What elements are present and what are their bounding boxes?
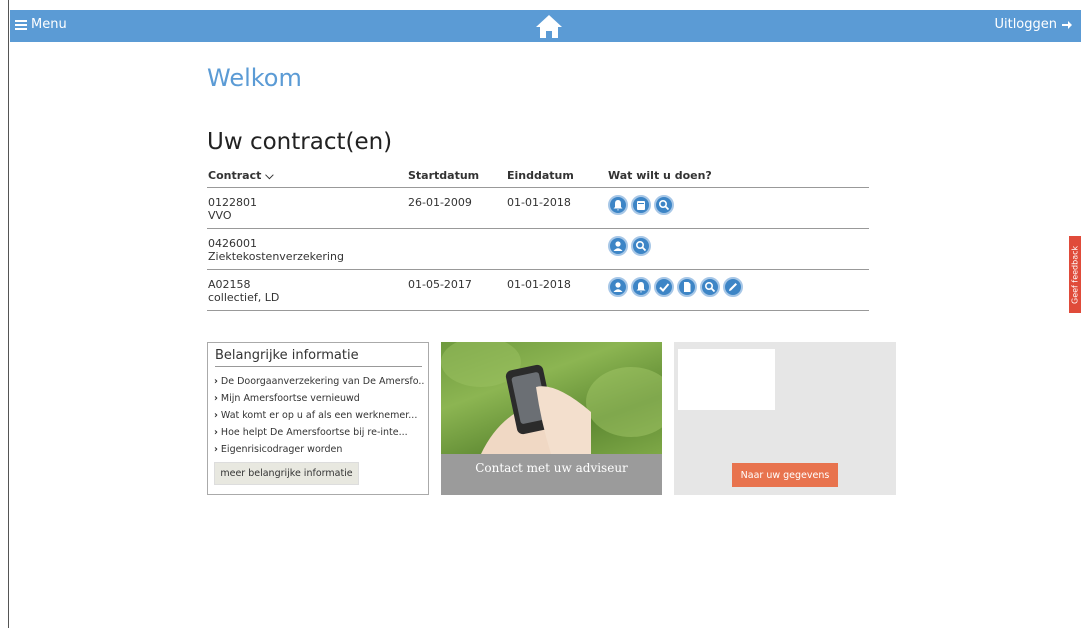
home-button[interactable] (534, 13, 564, 39)
important-info-list: › De Doorgaanverzekering van De Amersfo..… (214, 376, 424, 461)
important-info-title: Belangrijke informatie (215, 348, 422, 367)
info-link-item[interactable]: › Wat komt er op u af als een werknemer..… (214, 410, 424, 427)
info-link-label: Eigenrisicodrager worden (220, 444, 343, 455)
contract-end-date: 01-01-2018 (507, 278, 571, 291)
contract-number: 0426001 (208, 237, 257, 250)
contract-number-cell: 0426001 Ziektekostenverzekering (208, 237, 344, 263)
chevron-down-icon: ⌵ (265, 169, 274, 182)
info-link-label: Mijn Amersfoortse vernieuwd (220, 393, 360, 404)
chevron-right-icon: › (214, 376, 218, 387)
search-action-button[interactable] (631, 236, 651, 256)
contract-actions (608, 195, 674, 215)
contract-type: collectief, LD (208, 291, 280, 304)
info-link-label: Wat komt er op u af als een werknemer... (220, 410, 418, 421)
user-action-button[interactable] (608, 236, 628, 256)
contract-type: Ziektekostenverzekering (208, 250, 344, 263)
pencil-action-button[interactable] (723, 277, 743, 297)
bell-icon (613, 200, 623, 211)
page-title: Welkom (207, 64, 302, 92)
contract-start-date: 26-01-2009 (408, 196, 472, 209)
search-action-button[interactable] (700, 277, 720, 297)
document-action-button[interactable] (677, 277, 697, 297)
chevron-right-icon: › (214, 410, 218, 421)
hamburger-icon (15, 18, 27, 32)
more-info-button[interactable]: meer belangrijke informatie (214, 462, 359, 485)
contract-number-cell: A02158 collectief, LD (208, 278, 279, 304)
menu-button[interactable]: Menu (15, 17, 67, 32)
contract-row: A02158 collectief, LD 01-05-2017 01-01-2018 (207, 270, 869, 311)
user-icon (613, 241, 623, 251)
go-to-details-button[interactable]: Naar uw gegevens (732, 463, 838, 487)
info-link-item[interactable]: › De Doorgaanverzekering van De Amersfo..… (214, 376, 424, 393)
info-link-label: Hoe helpt De Amersfoortse bij re-inte... (220, 427, 408, 438)
document-icon (684, 282, 691, 292)
top-navigation-bar: Menu Uitloggen (10, 10, 1081, 42)
bell-action-button[interactable] (631, 277, 651, 297)
contract-actions (608, 277, 743, 297)
chevron-right-icon: › (214, 427, 218, 438)
details-image-placeholder (678, 349, 775, 410)
window-left-edge (0, 0, 9, 628)
check-action-button[interactable] (654, 277, 674, 297)
user-action-button[interactable] (608, 277, 628, 297)
logout-button[interactable]: Uitloggen (994, 17, 1073, 32)
contract-end-date: 01-01-2018 (507, 196, 571, 209)
search-icon (658, 199, 670, 211)
start-column-label: Startdatum (408, 169, 480, 182)
contract-row: 0426001 Ziektekostenverzekering (207, 229, 869, 270)
actions-column-label: Wat wilt u doen? (608, 169, 712, 182)
user-icon (613, 282, 623, 292)
feedback-tab[interactable]: Geef feedback (1069, 236, 1081, 313)
end-column-label: Einddatum (507, 169, 574, 182)
arrow-right-icon (1062, 20, 1072, 29)
home-icon (536, 15, 562, 38)
contract-column-sort[interactable]: Contract ⌵ (208, 169, 274, 183)
contracts-table: Contract ⌵ Startdatum Einddatum Wat wilt… (207, 163, 869, 311)
info-link-label: De Doorgaanverzekering van De Amersfo... (220, 376, 424, 387)
check-icon (659, 283, 670, 292)
info-link-item[interactable]: › Eigenrisicodrager worden (214, 444, 424, 461)
contract-number-cell: 0122801 VVO (208, 196, 257, 222)
menu-label: Menu (31, 17, 67, 32)
chevron-right-icon: › (214, 393, 218, 404)
search-icon (704, 281, 716, 293)
bell-action-button[interactable] (608, 195, 628, 215)
contract-row: 0122801 VVO 26-01-2009 01-01-2018 (207, 188, 869, 229)
calendar-icon (637, 201, 645, 210)
contact-advisor-caption: Contact met uw adviseur (441, 454, 662, 495)
chevron-right-icon: › (214, 444, 218, 455)
search-action-button[interactable] (654, 195, 674, 215)
phone-in-hands-image (441, 342, 662, 454)
contract-type: VVO (208, 209, 232, 222)
contract-start-date: 01-05-2017 (408, 278, 472, 291)
info-link-item[interactable]: › Hoe helpt De Amersfoortse bij re-inte..… (214, 427, 424, 444)
search-icon (635, 240, 647, 252)
logout-label: Uitloggen (994, 17, 1057, 32)
bell-icon (636, 282, 646, 293)
contact-advisor-tile[interactable]: Contact met uw adviseur (441, 342, 662, 495)
my-details-tile: Naar uw gegevens (674, 342, 896, 495)
contract-actions (608, 236, 651, 256)
contracts-table-header: Contract ⌵ Startdatum Einddatum Wat wilt… (207, 163, 869, 188)
advisor-photo (441, 342, 662, 454)
contract-number: 0122801 (208, 196, 257, 209)
calendar-action-button[interactable] (631, 195, 651, 215)
contracts-heading: Uw contract(en) (207, 129, 393, 155)
pencil-icon (729, 283, 737, 291)
info-link-item[interactable]: › Mijn Amersfoortse vernieuwd (214, 393, 424, 410)
contract-column-label: Contract (208, 169, 262, 182)
contract-number: A02158 (208, 278, 251, 291)
important-info-panel: Belangrijke informatie › De Doorgaanverze… (207, 342, 429, 495)
